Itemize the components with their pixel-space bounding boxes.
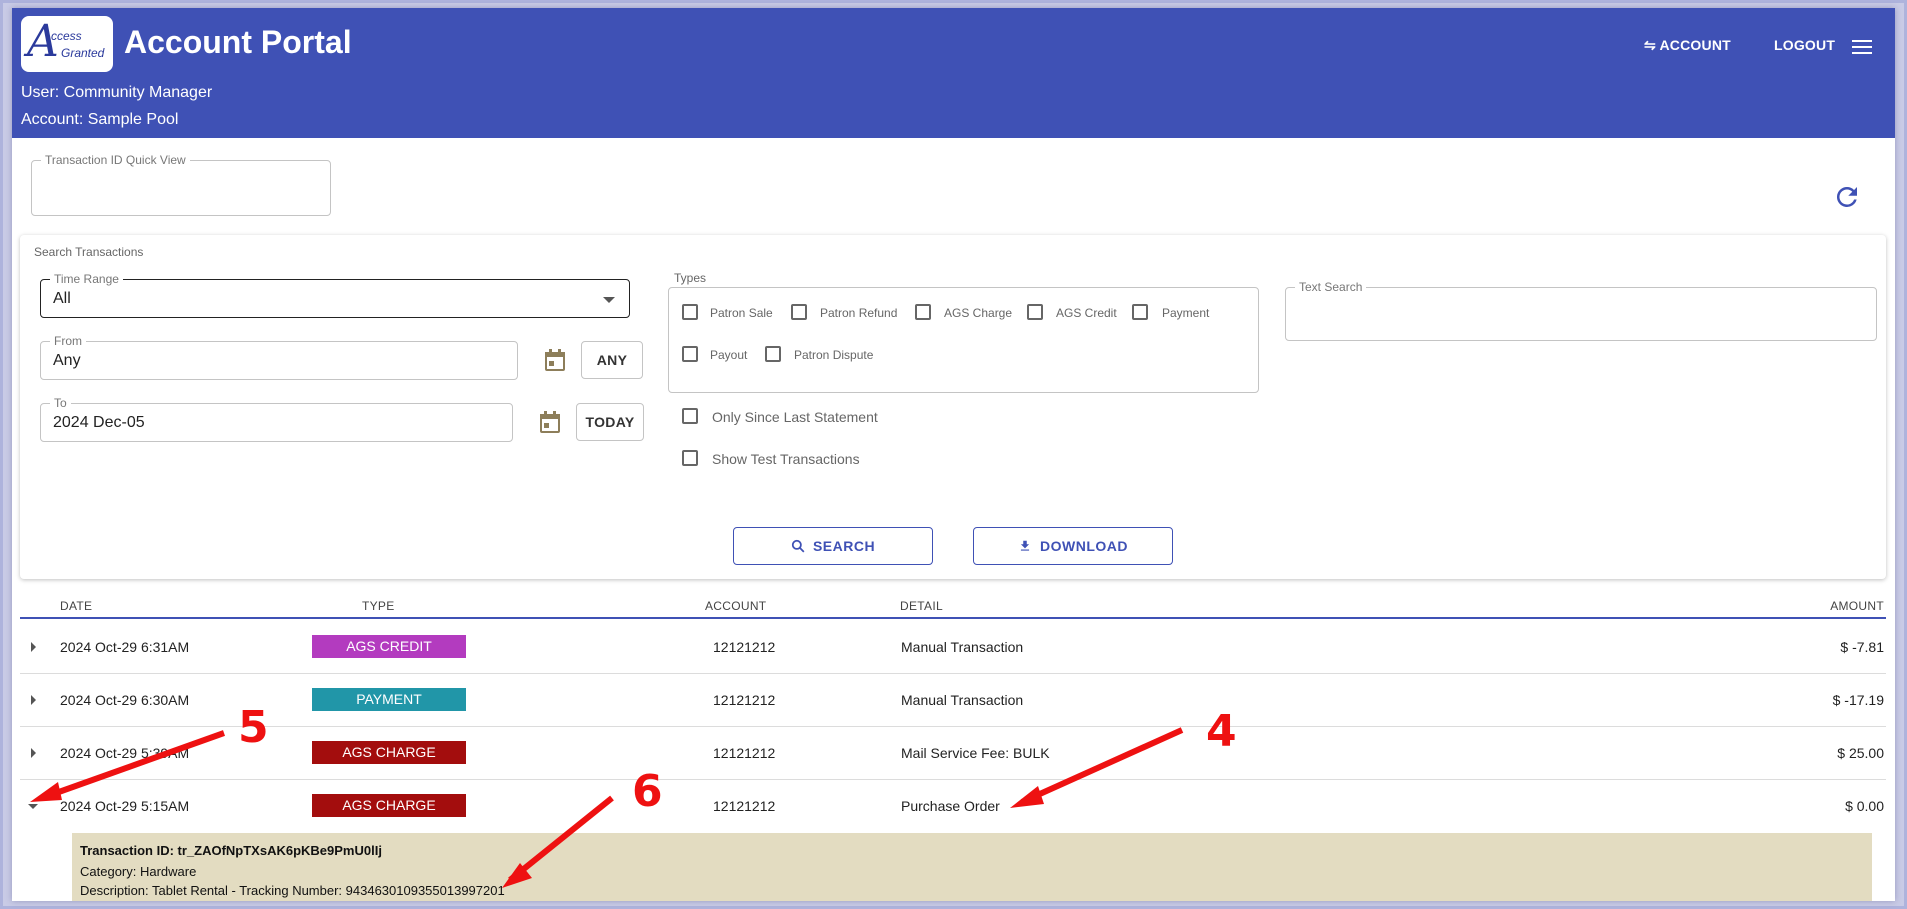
annotation-number-5: 5	[238, 702, 269, 753]
annotation-number-4: 4	[1206, 706, 1237, 757]
annotation-number-6: 6	[632, 766, 663, 817]
page: A ccess Granted Account Portal User: Com…	[12, 8, 1895, 901]
arrow-6	[508, 795, 614, 883]
arrow-5	[40, 730, 226, 801]
arrow-4	[1020, 727, 1184, 805]
annotation-arrows	[30, 727, 1184, 888]
